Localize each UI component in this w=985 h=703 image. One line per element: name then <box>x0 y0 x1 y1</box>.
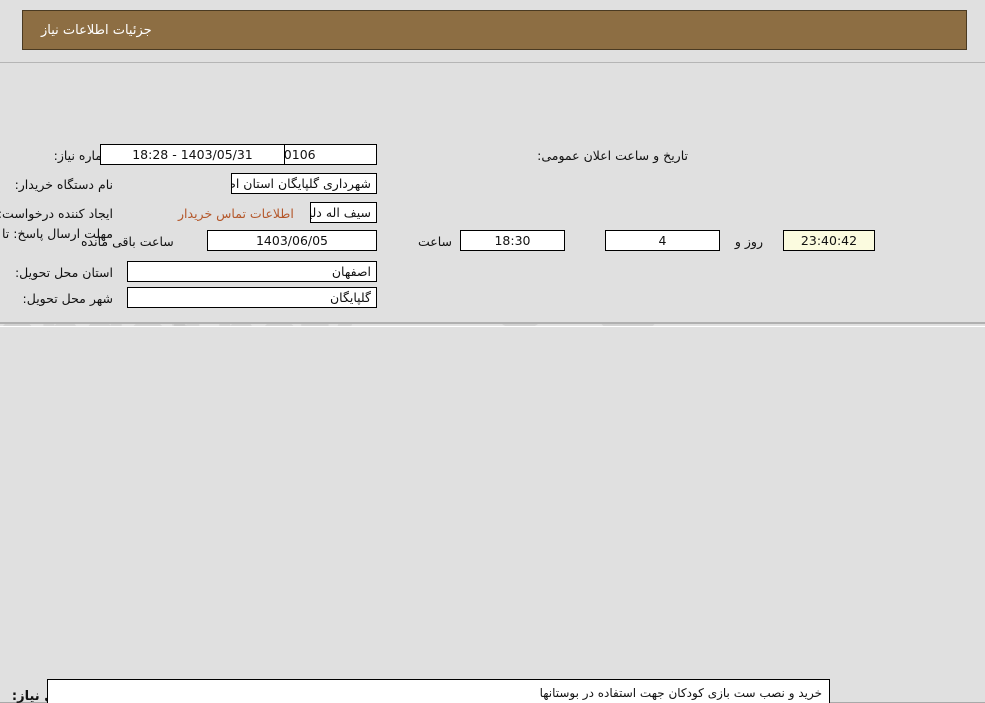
response-deadline-date: 1403/06/05 <box>207 230 377 251</box>
delivery-city-label: شهر محل تحویل: <box>22 291 113 306</box>
announce-datetime-label: تاریخ و ساعت اعلان عمومی: <box>537 148 688 163</box>
deadline-time-label: ساعت <box>417 234 452 249</box>
page-header-bar: جزئیات اطلاعات نیاز <box>22 10 967 50</box>
need-summary-panel: شماره نیاز: 1103095120000106 تاریخ و ساع… <box>0 62 985 374</box>
deadline-countdown-label: ساعت باقی مانده <box>81 234 174 249</box>
delivery-province-value: اصفهان <box>127 261 377 282</box>
need-number-label: شماره نیاز: <box>53 148 113 163</box>
page-root: AnaTender.net W جزئیات اطلاعات نیاز شمار… <box>0 0 985 703</box>
deadline-days-label: روز و <box>734 234 763 249</box>
need-description-value: خرید و نصب ست بازی کودکان جهت استفاده در… <box>539 686 822 700</box>
need-description-textarea[interactable]: خرید و نصب ست بازی کودکان جهت استفاده در… <box>47 679 830 703</box>
buyer-org-value: شهرداری گلپایگان استان اصفهان <box>231 173 377 194</box>
request-creator-value: سیف اله دلیری کاربرداز شهرداری گلپایگان … <box>310 202 377 223</box>
need-details-panel: شرح کلی نیاز: خرید و نصب ست بازی کودکان … <box>0 326 985 703</box>
announce-datetime-value: 1403/05/31 - 18:28 <box>100 144 285 165</box>
request-creator-label: ایجاد کننده درخواست: <box>0 206 113 221</box>
buyer-contact-link[interactable]: اطلاعات تماس خریدار <box>178 206 294 222</box>
delivery-province-label: استان محل تحویل: <box>14 265 113 280</box>
delivery-city-value: گلپایگان <box>127 287 377 308</box>
page-title: جزئیات اطلاعات نیاز <box>41 22 152 38</box>
buyer-org-label: نام دستگاه خریدار: <box>14 177 113 192</box>
deadline-days-remaining: 4 <box>605 230 720 251</box>
response-deadline-time: 18:30 <box>460 230 565 251</box>
deadline-countdown-timer: 23:40:42 <box>783 230 875 251</box>
